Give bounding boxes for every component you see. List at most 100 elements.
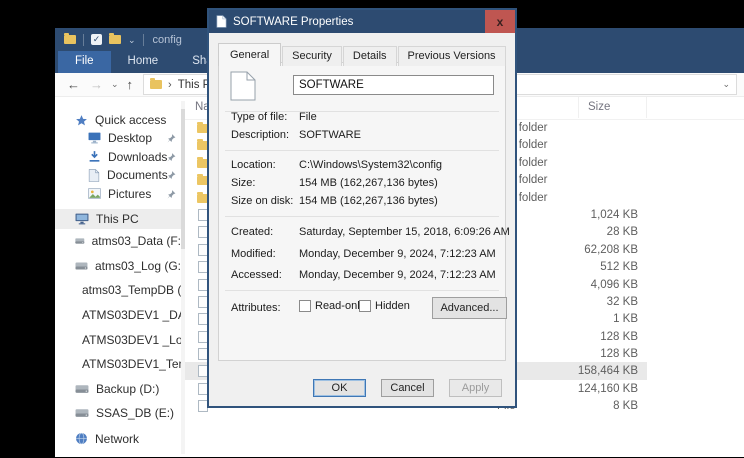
divider	[225, 150, 499, 151]
field-label: Description:	[231, 129, 290, 141]
read-only-checkbox[interactable]	[299, 300, 311, 312]
sidebar-item-label: Downloads	[108, 149, 168, 164]
hidden-option: Hidden	[359, 300, 410, 312]
file-size: 8 KB	[613, 400, 638, 413]
folder-icon[interactable]	[64, 33, 76, 44]
star-icon	[76, 114, 87, 125]
divider	[225, 290, 499, 291]
sidebar-item-pictures[interactable]: Pictures	[55, 185, 185, 204]
apply-button[interactable]: Apply	[449, 379, 502, 397]
address-dropdown-chevron-icon[interactable]: ⌄	[722, 79, 730, 90]
ribbon-tab-file[interactable]: File	[58, 51, 111, 73]
field-label: Type of file:	[231, 111, 288, 123]
tab-security[interactable]: Security	[282, 46, 342, 66]
qat-chevron-icon[interactable]: ⌄	[128, 35, 136, 45]
cancel-button[interactable]: Cancel	[381, 379, 434, 397]
sidebar-item-drive-log[interactable]: ATMS03DEV1 _Log (J	[55, 327, 185, 352]
folder-icon[interactable]	[109, 33, 121, 44]
file-size: 124,160 KB	[577, 382, 638, 395]
sidebar-item-quick-access[interactable]: Quick access	[55, 111, 185, 129]
field-value: SOFTWARE	[299, 129, 361, 141]
sidebar-item-label: Quick access	[95, 113, 167, 127]
pin-icon	[167, 189, 176, 199]
hidden-label: Hidden	[375, 300, 410, 312]
sidebar-item-label: ATMS03DEV1_TempD	[82, 357, 185, 372]
drive-icon	[75, 385, 89, 393]
file-size: 62,208 KB	[584, 243, 638, 256]
divider	[142, 33, 144, 46]
file-size: 1,024 KB	[590, 208, 638, 221]
sidebar-item-label: SSAS_DB (E:)	[96, 406, 175, 421]
up-button[interactable]: ↑	[122, 78, 139, 91]
sidebar-item-drive-f[interactable]: atms03_Data (F:)	[55, 229, 185, 254]
file-size: 158,464 KB	[577, 365, 638, 378]
sidebar-item-drive-h[interactable]: atms03_TempDB (H:)	[55, 278, 185, 303]
read-only-label: Read-only	[315, 300, 366, 312]
ribbon-tab-home[interactable]: Home	[111, 51, 176, 73]
sidebar-item-network[interactable]: Network	[55, 429, 185, 449]
field-value: Monday, December 9, 2024, 7:12:23 AM	[299, 248, 496, 260]
column-header-size[interactable]: Size	[578, 97, 647, 118]
sidebar-item-documents[interactable]: Documents	[55, 166, 185, 185]
recent-locations-chevron-icon[interactable]: ⌄	[108, 78, 122, 91]
sidebar-item-label: atms03_TempDB (H:)	[82, 283, 185, 298]
field-label: Created:	[231, 226, 274, 238]
file-size: 1 KB	[613, 313, 638, 326]
sidebar-item-label: atms03_Data (F:)	[91, 234, 185, 249]
tab-details[interactable]: Details	[342, 46, 397, 66]
hidden-checkbox[interactable]	[359, 300, 371, 312]
field-label: Size on disk:	[231, 195, 294, 207]
sidebar-item-downloads[interactable]: Downloads	[55, 148, 185, 167]
attributes-label: Attributes:	[231, 302, 281, 314]
pin-icon	[167, 171, 176, 180]
sidebar-item-drive-tempdb[interactable]: ATMS03DEV1_TempD	[55, 352, 185, 377]
file-size: 32 KB	[606, 295, 638, 308]
field-value: Saturday, September 15, 2018, 6:09:26 AM	[299, 226, 510, 238]
pin-icon	[167, 134, 176, 143]
folder-icon	[150, 78, 163, 89]
sidebar-item-label: Documents	[107, 168, 168, 183]
file-size: 512 KB	[600, 261, 638, 274]
sidebar-item-label: Network	[95, 431, 140, 446]
field-label: Size:	[231, 177, 256, 189]
file-size: 28 KB	[606, 226, 638, 239]
sidebar-item-label: Pictures	[108, 186, 152, 201]
sidebar-item-this-pc[interactable]: This PC	[55, 209, 185, 229]
sidebar-item-desktop[interactable]: Desktop	[55, 129, 185, 148]
picture-icon	[88, 188, 101, 199]
file-size: 4,096 KB	[590, 278, 638, 291]
close-button[interactable]: x	[485, 10, 515, 33]
sidebar-item-drive-data[interactable]: ATMS03DEV1 _DATA	[55, 303, 185, 328]
file-size: 128 KB	[600, 330, 638, 343]
properties-check-icon[interactable]	[91, 34, 102, 45]
field-value: 154 MB (162,267,136 bytes)	[299, 177, 438, 189]
file-icon	[230, 71, 256, 101]
back-button[interactable]: ←	[62, 78, 85, 91]
computer-icon	[75, 213, 89, 225]
sidebar-item-label: ATMS03DEV1 _DATA	[82, 308, 185, 323]
sidebar-item-drive-ssas[interactable]: SSAS_DB (E:)	[55, 401, 185, 426]
dialog-buttons: OK Cancel Apply	[313, 379, 502, 397]
sidebar-item-label: This PC	[96, 212, 139, 226]
document-icon	[88, 169, 100, 182]
divider	[83, 33, 84, 46]
dialog-titlebar[interactable]: SOFTWARE Properties x	[209, 10, 515, 33]
desktop-icon	[88, 132, 101, 144]
file-icon	[216, 15, 227, 28]
tab-general[interactable]: General	[218, 43, 282, 66]
download-icon	[89, 151, 100, 162]
field-value: File	[299, 111, 317, 123]
sidebar-item-drive-g[interactable]: atms03_Log (G:)	[55, 254, 185, 279]
drive-icon	[75, 262, 88, 270]
network-icon	[76, 433, 87, 445]
filename-input[interactable]	[293, 75, 494, 95]
properties-dialog: SOFTWARE Properties x General Security D…	[207, 8, 517, 408]
forward-button[interactable]: →	[85, 78, 108, 91]
sidebar-item-drive-backup[interactable]: Backup (D:)	[55, 377, 185, 402]
ok-button[interactable]: OK	[313, 379, 366, 397]
window-title: config	[152, 33, 182, 46]
field-value: 154 MB (162,267,136 bytes)	[299, 195, 438, 207]
tab-previous-versions[interactable]: Previous Versions	[397, 46, 506, 66]
advanced-button[interactable]: Advanced...	[432, 297, 507, 319]
dialog-title: SOFTWARE Properties	[233, 15, 354, 28]
